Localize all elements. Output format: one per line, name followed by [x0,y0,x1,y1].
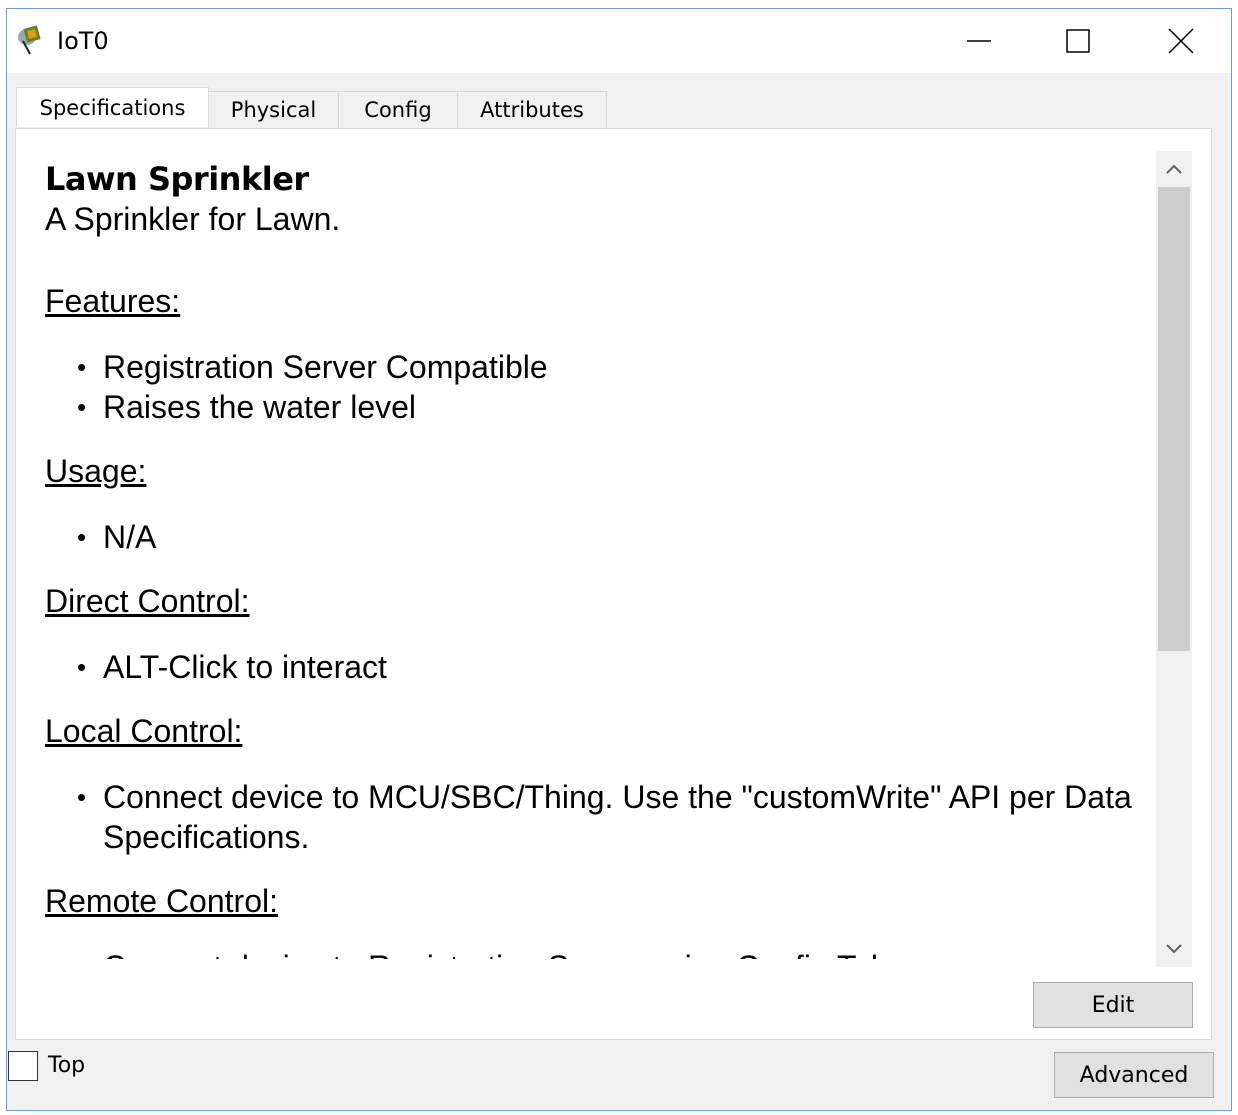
advanced-button[interactable]: Advanced [1054,1052,1214,1098]
list-item: Raises the water level [45,387,1155,427]
close-button[interactable] [1131,9,1231,73]
chevron-down-icon [1166,944,1182,954]
vertical-scrollbar[interactable] [1156,151,1192,967]
tab-physical[interactable]: Physical [208,91,339,128]
list-item: N/A [45,517,1155,557]
device-description: A Sprinkler for Lawn. [45,201,341,237]
tab-specifications[interactable]: Specifications [16,87,209,127]
list-item: Registration Server Compatible [45,347,1155,387]
window-title: IoT0 [57,27,109,55]
section-heading-direct-control: Direct Control: [45,583,250,619]
edit-button[interactable]: Edit [1033,982,1193,1028]
specifications-panel: Lawn Sprinkler A Sprinkler for Lawn. Fea… [15,128,1212,1040]
tab-attributes[interactable]: Attributes [457,91,607,128]
device-name: Lawn Sprinkler [45,160,309,198]
list-item: ALT-Click to interact [45,647,1155,687]
section-heading-local-control: Local Control: [45,713,243,749]
direct-control-list: ALT-Click to interact [45,647,1155,687]
maximize-button[interactable] [1028,9,1128,73]
device-window: IoT0 Specifications Physical Config Attr… [6,8,1232,1111]
scrollbar-thumb[interactable] [1158,187,1190,651]
specifications-content[interactable]: Lawn Sprinkler A Sprinkler for Lawn. Fea… [45,159,1155,959]
scroll-down-button[interactable] [1156,931,1192,967]
iot-device-icon [17,25,45,55]
section-heading-remote-control: Remote Control: [45,883,278,919]
list-item: Connect device to MCU/SBC/Thing. Use the… [45,777,1155,857]
scroll-up-button[interactable] [1156,151,1192,187]
local-control-list: Connect device to MCU/SBC/Thing. Use the… [45,777,1155,857]
remote-control-list: Connect device to Registration Server us… [45,947,1155,959]
maximize-icon [1066,29,1090,53]
minimize-button[interactable] [929,9,1029,73]
top-checkbox-label: Top [48,1053,86,1078]
features-list: Registration Server Compatible Raises th… [45,347,1155,427]
list-item: Connect device to Registration Server us… [45,947,1155,959]
minimize-icon [967,40,991,42]
usage-list: N/A [45,517,1155,557]
title-bar[interactable]: IoT0 [7,9,1231,73]
close-icon [1168,28,1194,54]
section-heading-features: Features: [45,283,181,319]
section-heading-usage: Usage: [45,453,147,489]
top-checkbox[interactable] [8,1051,38,1081]
chevron-up-icon [1166,164,1182,174]
tab-config[interactable]: Config [338,91,458,128]
